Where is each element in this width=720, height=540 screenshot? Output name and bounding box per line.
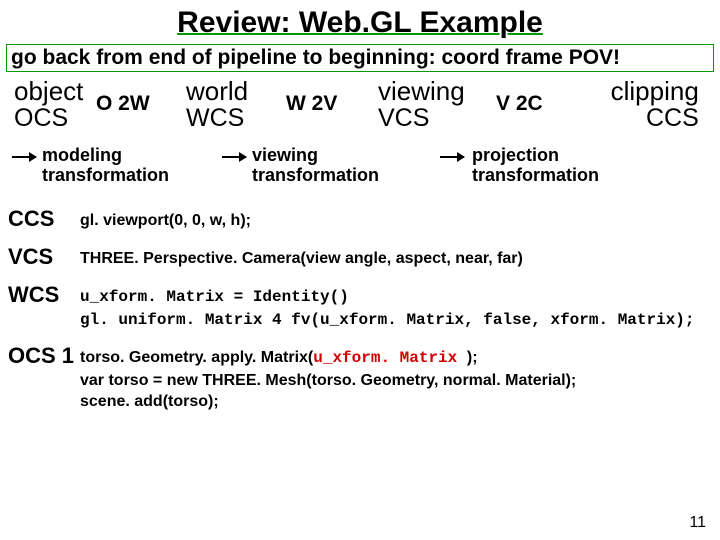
frame-object-big: object [14,78,83,105]
page-number: 11 [689,514,706,532]
stages-list: CCS gl. viewport(0, 0, w, h); VCS THREE.… [0,200,720,413]
frame-world: world WCS [186,78,248,132]
frame-world-big: world [186,78,248,105]
arrow-icon [440,156,464,158]
pipeline-diagram: object OCS O 2W world WCS W 2V viewing V… [6,78,714,198]
code-highlight: u_xform. Matrix [313,349,467,367]
frame-viewing-small: VCS [378,104,429,132]
frame-viewing: viewing VCS [378,78,465,132]
xform-viewing: viewing transformation [252,146,379,186]
code-line: var torso = new THREE. Mesh(torso. Geome… [80,372,576,389]
stage-tag: CCS [8,200,80,232]
stage-body: gl. viewport(0, 0, w, h); [80,200,251,232]
stage-wcs: WCS u_xform. Matrix = Identity() gl. uni… [8,276,712,331]
stage-ocs1: OCS 1 torso. Geometry. apply. Matrix(u_x… [8,337,712,413]
subtitle: go back from end of pipeline to beginnin… [6,44,714,72]
frame-clipping: clipping CCS [606,78,699,132]
arrow-icon [12,156,36,158]
arrow-icon [222,156,246,158]
xform-modeling: modeling transformation [42,146,169,186]
code-line: gl. uniform. Matrix 4 fv(u_xform. Matrix… [80,311,695,329]
stage-body: torso. Geometry. apply. Matrix(u_xform. … [80,337,576,413]
label-v2c: V 2C [496,92,543,116]
stage-tag: VCS [8,238,80,270]
stage-tag: OCS 1 [8,337,80,369]
frame-clipping-small: CCS [606,104,699,132]
stage-tag: WCS [8,276,80,308]
stage-vcs: VCS THREE. Perspective. Camera(view angl… [8,238,712,270]
stage-ccs: CCS gl. viewport(0, 0, w, h); [8,200,712,232]
code-text: ); [467,349,478,366]
frame-object-small: OCS [14,104,68,132]
stage-body: u_xform. Matrix = Identity() gl. uniform… [80,276,695,331]
code-line: scene. add(torso); [80,393,219,410]
frame-world-small: WCS [186,104,244,132]
label-w2v: W 2V [286,92,337,116]
label-o2w: O 2W [96,92,150,116]
frame-clipping-big: clipping [606,78,699,105]
frame-object: object OCS [14,78,83,132]
code-text: torso. Geometry. apply. Matrix( [80,349,313,366]
page-title: Review: Web.GL Example [0,0,720,44]
xform-projection: projection transformation [472,146,599,186]
frame-viewing-big: viewing [378,78,465,105]
code-line: u_xform. Matrix = Identity() [80,288,349,306]
stage-body: THREE. Perspective. Camera(view angle, a… [80,238,523,270]
